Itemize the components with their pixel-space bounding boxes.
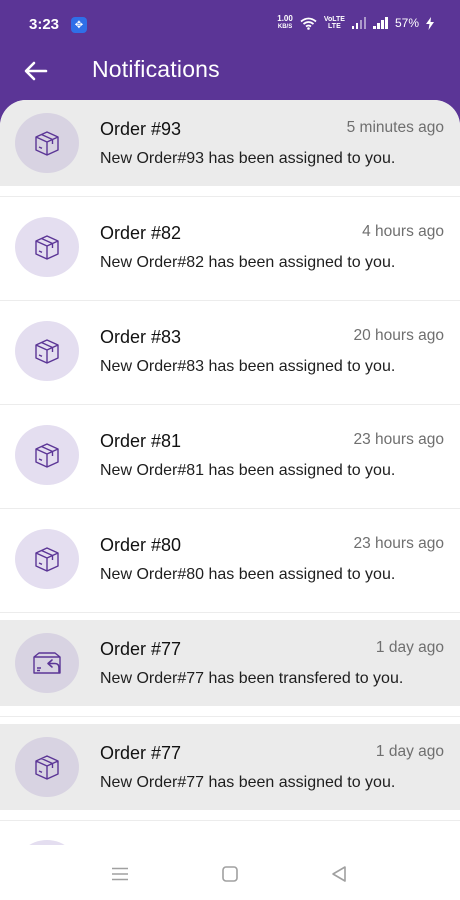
back-triangle-icon: [332, 866, 346, 882]
notification-message: New Order#83 has been assigned to you.: [100, 358, 396, 375]
divider: [0, 404, 460, 405]
app-notification-icon: ✥: [71, 17, 87, 33]
notification-message: New Order#82 has been assigned to you.: [100, 254, 396, 271]
package-icon: [35, 755, 59, 780]
page-title: Notifications: [92, 56, 220, 82]
notification-time: 20 hours ago: [353, 327, 445, 344]
notification-message: New Order#80 has been assigned to you.: [100, 566, 396, 583]
package-icon: [35, 547, 59, 572]
volte-label: VoLTE: [323, 16, 345, 23]
notification-item[interactable]: Order #81 23 hours ago New Order#81 has …: [0, 412, 460, 498]
system-nav-bar: [0, 845, 460, 900]
notification-time: 23 hours ago: [353, 431, 445, 448]
notification-item[interactable]: Order #77 1 day ago New Order#77 has bee…: [0, 724, 460, 810]
notification-time: 5 minutes ago: [346, 119, 444, 136]
notification-avatar: [15, 217, 79, 277]
network-speed: 1.00 KB/S: [277, 15, 293, 31]
status-indicators: 1.00 KB/S VoLTE LTE 57%: [277, 15, 434, 31]
package-icon: [35, 443, 59, 468]
network-speed-unit: KB/S: [277, 24, 293, 30]
signal-icon-sim1: [351, 17, 367, 29]
notification-title: Order #77: [100, 639, 182, 659]
lte-label: LTE: [328, 23, 341, 30]
notification-time: 23 hours ago: [353, 535, 445, 552]
notification-avatar: [15, 321, 79, 381]
status-time: 3:23: [29, 16, 60, 33]
divider: [0, 508, 460, 509]
divider: [0, 300, 460, 301]
signal-icon-sim2: [373, 17, 388, 29]
notification-item[interactable]: Order #77 1 day ago New Order#77 has bee…: [0, 620, 460, 706]
notification-item[interactable]: Order #93 5 minutes ago New Order#93 has…: [0, 100, 460, 186]
status-bar: 3:23 ✥ 1.00 KB/S VoLTE LTE 57%: [0, 0, 460, 50]
notification-title: Order #77: [100, 743, 182, 763]
charging-icon: [426, 16, 434, 30]
notification-time: 1 day ago: [375, 639, 444, 656]
notification-message: New Order#77 has been transfered to you.: [100, 670, 404, 687]
recents-button[interactable]: [105, 859, 135, 889]
package-icon: [35, 131, 59, 156]
notification-item[interactable]: Order #82 4 hours ago New Order#82 has b…: [0, 204, 460, 290]
divider: [0, 196, 460, 197]
package-icon: [35, 339, 59, 364]
notification-avatar: [15, 425, 79, 485]
home-button[interactable]: [215, 859, 245, 889]
notification-avatar: [15, 529, 79, 589]
arrow-left-icon: [24, 61, 48, 81]
divider: [0, 820, 460, 821]
notification-message: New Order#81 has been assigned to you.: [100, 462, 396, 479]
back-button[interactable]: [20, 55, 52, 87]
wifi-icon: [300, 17, 317, 30]
notification-item[interactable]: Order #83 20 hours ago New Order#83 has …: [0, 308, 460, 394]
notification-title: Order #83: [100, 327, 182, 347]
package-icon: [35, 235, 59, 260]
notification-message: New Order#93 has been assigned to you.: [100, 150, 396, 167]
title-bar: Notifications: [0, 50, 460, 92]
notification-title: Order #82: [100, 223, 182, 243]
network-speed-value: 1.00: [277, 14, 293, 23]
system-back-button[interactable]: [324, 859, 354, 889]
notification-title: Order #93: [100, 119, 182, 139]
notification-message: New Order#77 has been assigned to you.: [100, 774, 396, 791]
notification-avatar: [15, 633, 79, 693]
divider: [0, 612, 460, 613]
home-square-icon: [222, 866, 238, 882]
battery-percent: 57%: [394, 16, 419, 30]
volte-indicator: VoLTE LTE: [324, 16, 345, 30]
notification-title: Order #81: [100, 431, 182, 451]
notification-time: 4 hours ago: [362, 223, 444, 240]
notification-avatar: [15, 113, 79, 173]
notification-time: 1 day ago: [375, 743, 444, 760]
divider: [0, 716, 460, 717]
package-transfer-icon: [33, 652, 61, 674]
notification-item[interactable]: Order #80 23 hours ago New Order#80 has …: [0, 516, 460, 602]
notification-title: Order #80: [100, 535, 182, 555]
notification-list[interactable]: Order #93 5 minutes ago New Order#93 has…: [0, 100, 460, 845]
menu-icon: [112, 867, 128, 881]
notification-avatar: [15, 737, 79, 797]
